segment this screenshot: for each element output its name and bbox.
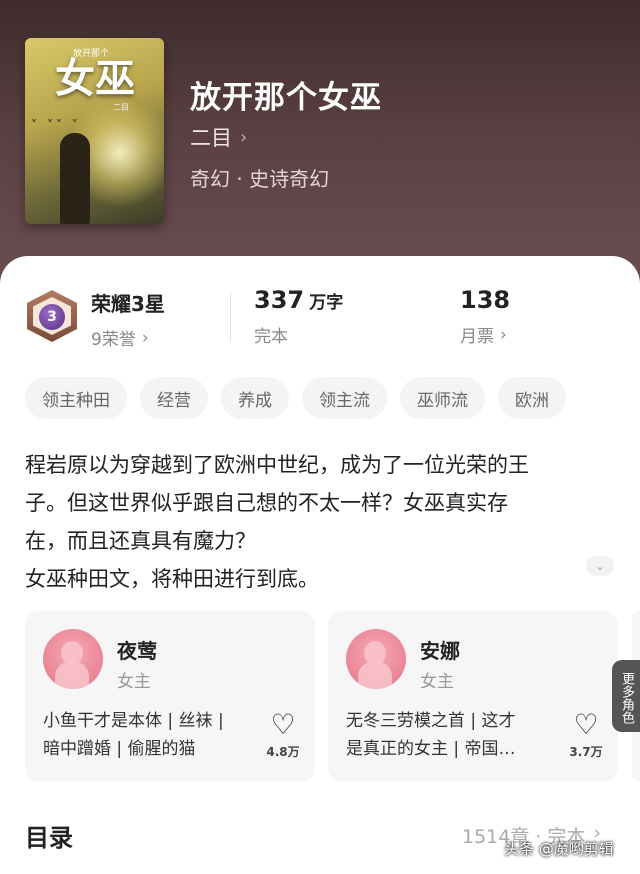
chevron-right-icon: › xyxy=(240,126,248,148)
description-line: 女巫种田文，将种田进行到底。 xyxy=(25,567,319,591)
character-desc-line: 小鱼干才是本体 | 丝袜 | xyxy=(43,711,224,731)
honor-badge-icon[interactable]: 3 xyxy=(27,290,77,342)
author-name: 二目 xyxy=(190,126,232,150)
honor-stat[interactable]: 荣耀3星 9荣誉 › xyxy=(91,288,165,350)
description-line: 在，而且还真具有魔力？ xyxy=(25,529,256,553)
character-card[interactable]: 夜莺 女主 小鱼干才是本体 | 丝袜 | 暗中蹭婚 | 偷腥的猫 ♡ 4.8万 xyxy=(25,611,315,782)
divider xyxy=(230,292,231,342)
honor-count-row: 9荣誉 › xyxy=(91,325,165,351)
like-count: 4.8万 xyxy=(266,745,300,759)
character-role: 女主 xyxy=(420,672,454,692)
tag-chip[interactable]: 领主流 xyxy=(302,377,387,419)
cover-birds: ˅ ˅˅ ˅ xyxy=(31,118,81,132)
watermark: 头条 @魔哟剪辑 xyxy=(504,840,614,858)
description-line: 程岩原以为穿越到了欧洲中世纪，成为了一位光荣的王 xyxy=(25,453,529,477)
ticket-label: 月票 xyxy=(460,327,494,347)
description-line: 子。但这世界似乎跟自己想的不太一样？女巫真实存 xyxy=(25,491,508,515)
word-count-unit: 万字 xyxy=(309,293,344,313)
cover-title: 女巫 xyxy=(55,55,135,102)
tag-chip[interactable]: 养成 xyxy=(221,377,289,419)
tag-chip[interactable]: 巫师流 xyxy=(400,377,485,419)
honor-count: 9荣誉 xyxy=(91,330,136,350)
tag-chip[interactable]: 领主种田 xyxy=(25,377,127,419)
tag-chip[interactable]: 欧洲 xyxy=(498,377,566,419)
ticket-count: 138 xyxy=(460,286,511,314)
heart-icon: ♡ xyxy=(573,708,599,741)
character-desc: 无冬三劳模之首 | 这才 是真正的女主 | 帝国… xyxy=(346,707,556,763)
character-name: 安娜 xyxy=(420,639,460,663)
like-button[interactable]: ♡ 3.7万 xyxy=(566,711,606,760)
heart-icon: ♡ xyxy=(270,708,296,741)
character-desc-line: 是真正的女主 | 帝国… xyxy=(346,739,516,759)
character-desc: 小鱼干才是本体 | 丝袜 | 暗中蹭婚 | 偷腥的猫 xyxy=(43,707,253,763)
ticket-label-row: 月票 › xyxy=(460,322,510,348)
word-count-number: 337 xyxy=(254,286,305,314)
avatar-body xyxy=(358,661,392,689)
honor-title: 荣耀3星 xyxy=(91,292,165,316)
word-count-stat: 337 万字 完本 xyxy=(254,286,343,347)
cover-author: 二目 xyxy=(113,103,129,112)
character-name: 夜莺 xyxy=(117,639,157,663)
book-title: 放开那个女巫 xyxy=(190,80,382,116)
book-description: 程岩原以为穿越到了欧洲中世纪，成为了一位光荣的王 子。但这世界似乎跟自己想的不太… xyxy=(25,446,605,598)
toc-title: 目录 xyxy=(25,824,73,852)
badge-number: 3 xyxy=(39,304,65,330)
book-cover[interactable]: 放开那个 女巫 二目 ˅ ˅˅ ˅ xyxy=(25,38,164,224)
avatar-body xyxy=(55,661,89,689)
expand-chevron-icon[interactable]: ⌄ xyxy=(586,556,614,576)
book-status: 完本 xyxy=(254,327,288,347)
tag-list: 领主种田 经营 养成 领主流 巫师流 欧洲 xyxy=(25,377,566,419)
chevron-right-icon: › xyxy=(500,324,507,345)
like-count: 3.7万 xyxy=(569,745,603,759)
character-desc-line: 无冬三劳模之首 | 这才 xyxy=(346,711,516,731)
character-role: 女主 xyxy=(117,672,151,692)
monthly-ticket-stat[interactable]: 138 月票 › xyxy=(460,286,510,347)
tag-chip[interactable]: 经营 xyxy=(140,377,208,419)
avatar xyxy=(43,629,103,689)
like-button[interactable]: ♡ 4.8万 xyxy=(263,711,303,760)
book-genre: 奇幻 · 史诗奇幻 xyxy=(190,167,330,191)
character-desc-line: 暗中蹭婚 | 偷腥的猫 xyxy=(43,739,196,759)
character-card[interactable]: 安娜 女主 无冬三劳模之首 | 这才 是真正的女主 | 帝国… ♡ 3.7万 xyxy=(328,611,618,782)
more-roles-button[interactable]: 更多角色 xyxy=(612,660,640,732)
chevron-right-icon: › xyxy=(141,327,149,348)
avatar xyxy=(346,629,406,689)
author-link[interactable]: 二目 › xyxy=(190,122,247,152)
cover-figure xyxy=(60,133,90,224)
